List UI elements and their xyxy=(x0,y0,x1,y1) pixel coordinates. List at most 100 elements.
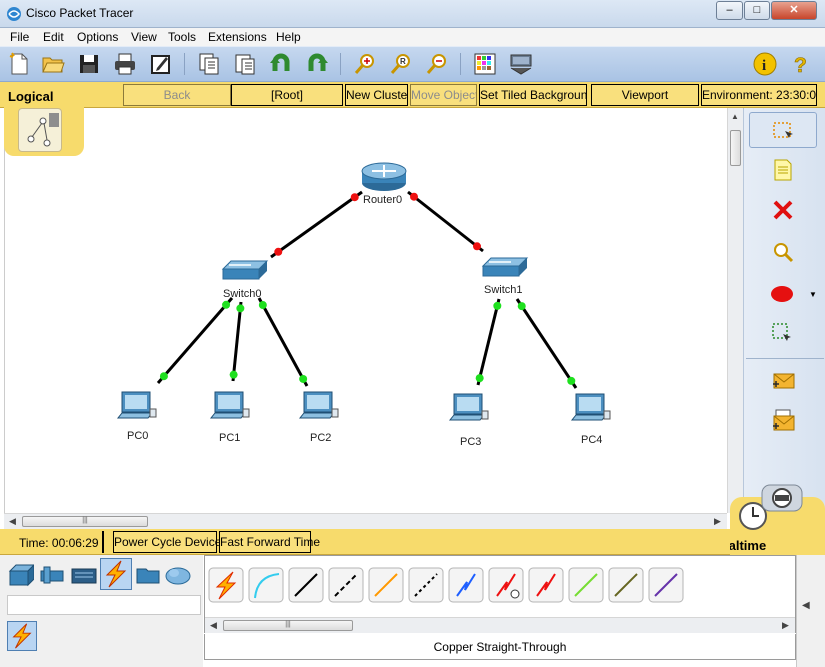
custom-device-icon[interactable] xyxy=(508,51,534,77)
device-label-pc0[interactable]: PC0 xyxy=(127,430,148,442)
connection-type-2[interactable]: Console xyxy=(248,567,284,603)
back-button[interactable]: Back xyxy=(123,84,231,106)
pc-pc1-icon[interactable] xyxy=(209,391,250,419)
logical-workspace-canvas[interactable]: Router0 Switch0 Switch1 PC0 PC1 PC2 PC3 PC4 xyxy=(4,108,727,513)
connection-type-3[interactable]: Copper Straight-Through xyxy=(288,567,324,603)
switch-switch0-icon[interactable] xyxy=(221,260,269,280)
add-complex-pdu-button[interactable] xyxy=(749,402,817,438)
zoom-out-icon[interactable] xyxy=(424,51,450,77)
cable-router0-switch0[interactable] xyxy=(270,190,363,259)
maximize-button[interactable]: □ xyxy=(744,1,770,20)
end-devices-icon[interactable] xyxy=(134,561,162,589)
router-router0-icon[interactable] xyxy=(361,162,407,191)
scroll-up-icon[interactable]: ▲ xyxy=(731,112,739,121)
switches-icon[interactable] xyxy=(38,561,66,589)
zoom-in-icon[interactable] xyxy=(352,51,378,77)
viewport-button[interactable]: Viewport xyxy=(591,84,699,106)
connection-type-8[interactable]: Serial DCE xyxy=(488,567,524,603)
collapse-panel-icon[interactable]: ◀ xyxy=(802,600,810,611)
add-simple-pdu-button[interactable] xyxy=(749,362,817,398)
place-note-button[interactable] xyxy=(749,152,817,188)
device-label-pc2[interactable]: PC2 xyxy=(310,432,331,444)
vertical-scroll-thumb[interactable] xyxy=(730,130,741,166)
connections-horizontal-scrollbar[interactable]: ◀ ||| ▶ xyxy=(205,617,795,633)
connection-type-1[interactable]: Automatically Choose Connection Type xyxy=(208,567,244,603)
scroll-right-icon[interactable]: ▶ xyxy=(782,620,789,631)
horizontal-scroll-thumb[interactable]: ||| xyxy=(22,516,148,527)
zoom-reset-icon[interactable]: R xyxy=(388,51,414,77)
workspace-horizontal-scrollbar[interactable]: ◀ ||| ▶ xyxy=(4,513,727,529)
delete-button[interactable] xyxy=(749,192,817,228)
device-search-field[interactable] xyxy=(7,595,201,615)
connections-category-selected[interactable] xyxy=(100,558,132,590)
device-label-router0[interactable]: Router0 xyxy=(363,194,402,206)
simulation-mode-icon[interactable] xyxy=(760,483,804,513)
scroll-right-icon[interactable]: ▶ xyxy=(714,516,721,527)
activity-wizard-icon[interactable] xyxy=(148,51,174,77)
pc-pc0-icon[interactable] xyxy=(116,391,157,419)
save-icon[interactable] xyxy=(76,51,102,77)
copy-icon[interactable] xyxy=(196,51,222,77)
wan-emulation-icon[interactable] xyxy=(164,561,192,589)
scroll-left-icon[interactable]: ◀ xyxy=(210,620,217,631)
root-breadcrumb[interactable]: [Root] xyxy=(231,84,343,106)
help-icon[interactable]: ? xyxy=(788,51,814,77)
print-icon[interactable] xyxy=(112,51,138,77)
routers-icon[interactable] xyxy=(6,561,34,589)
connection-type-10[interactable]: Octal xyxy=(568,567,604,603)
cable-switch0-pc1[interactable] xyxy=(231,301,243,382)
device-label-pc1[interactable]: PC1 xyxy=(219,432,240,444)
connection-type-4[interactable]: Copper Cross-Over xyxy=(328,567,364,603)
draw-ellipse-button[interactable]: ▼ xyxy=(749,276,817,312)
workspace-vertical-scrollbar[interactable]: ▲ ▼ xyxy=(727,108,743,513)
resize-shape-button[interactable] xyxy=(749,316,817,352)
device-label-pc4[interactable]: PC4 xyxy=(581,434,602,446)
environment-button[interactable]: Environment: 23:30:00 xyxy=(701,84,817,106)
connection-type-11[interactable]: IoT Custom Cable xyxy=(608,567,644,603)
cable-router0-switch1[interactable] xyxy=(407,190,484,253)
palette-icon[interactable] xyxy=(472,51,498,77)
cable-switch0-pc2[interactable] xyxy=(257,297,309,387)
menu-file[interactable]: File xyxy=(10,30,29,44)
inspect-button[interactable] xyxy=(749,234,817,270)
close-button[interactable]: ✕ xyxy=(771,1,817,20)
connection-type-7[interactable]: Coaxial xyxy=(448,567,484,603)
menu-help[interactable]: Help xyxy=(276,30,301,44)
hubs-icon[interactable] xyxy=(70,561,98,589)
redo-icon[interactable] xyxy=(304,51,330,77)
device-label-switch1[interactable]: Switch1 xyxy=(484,284,523,296)
switch-switch1-icon[interactable] xyxy=(481,257,529,277)
pc-pc2-icon[interactable] xyxy=(298,391,339,419)
logical-view-tab[interactable] xyxy=(4,106,84,156)
paste-icon[interactable] xyxy=(232,51,258,77)
connection-type-5[interactable]: Fiber xyxy=(368,567,404,603)
new-cluster-button[interactable]: New Cluster xyxy=(345,84,408,106)
move-object-button[interactable]: Move Object xyxy=(410,84,477,106)
menu-edit[interactable]: Edit xyxy=(43,30,64,44)
power-cycle-devices-button[interactable]: Power Cycle Devices xyxy=(113,531,227,553)
cable-switch1-pc3[interactable] xyxy=(476,298,501,386)
open-folder-icon[interactable] xyxy=(40,51,66,77)
set-tiled-background-button[interactable]: Set Tiled Background xyxy=(479,84,587,106)
select-button[interactable] xyxy=(749,112,817,148)
cable-switch0-pc0[interactable] xyxy=(156,297,234,384)
horizontal-scroll-thumb[interactable]: ||| xyxy=(223,620,353,631)
fast-forward-time-button[interactable]: Fast Forward Time xyxy=(219,531,320,553)
device-label-pc3[interactable]: PC3 xyxy=(460,436,481,448)
connection-type-12[interactable]: USB xyxy=(648,567,684,603)
connection-type-9[interactable]: Serial DTE xyxy=(528,567,564,603)
undo-icon[interactable] xyxy=(268,51,294,77)
minimize-button[interactable]: – xyxy=(716,1,743,20)
new-file-icon[interactable] xyxy=(6,51,32,77)
device-label-switch0[interactable]: Switch0 xyxy=(223,288,262,300)
chevron-down-icon[interactable]: ▼ xyxy=(809,290,817,299)
menu-extensions[interactable]: Extensions xyxy=(208,30,267,44)
selected-connection-type[interactable] xyxy=(7,621,37,651)
menu-view[interactable]: View xyxy=(131,30,157,44)
scroll-left-icon[interactable]: ◀ xyxy=(9,516,16,527)
menu-tools[interactable]: Tools xyxy=(168,30,196,44)
cable-switch1-pc4[interactable] xyxy=(515,298,578,389)
info-icon[interactable]: i xyxy=(752,51,778,77)
connection-type-6[interactable]: Phone xyxy=(408,567,444,603)
pc-pc3-icon[interactable] xyxy=(448,393,489,421)
